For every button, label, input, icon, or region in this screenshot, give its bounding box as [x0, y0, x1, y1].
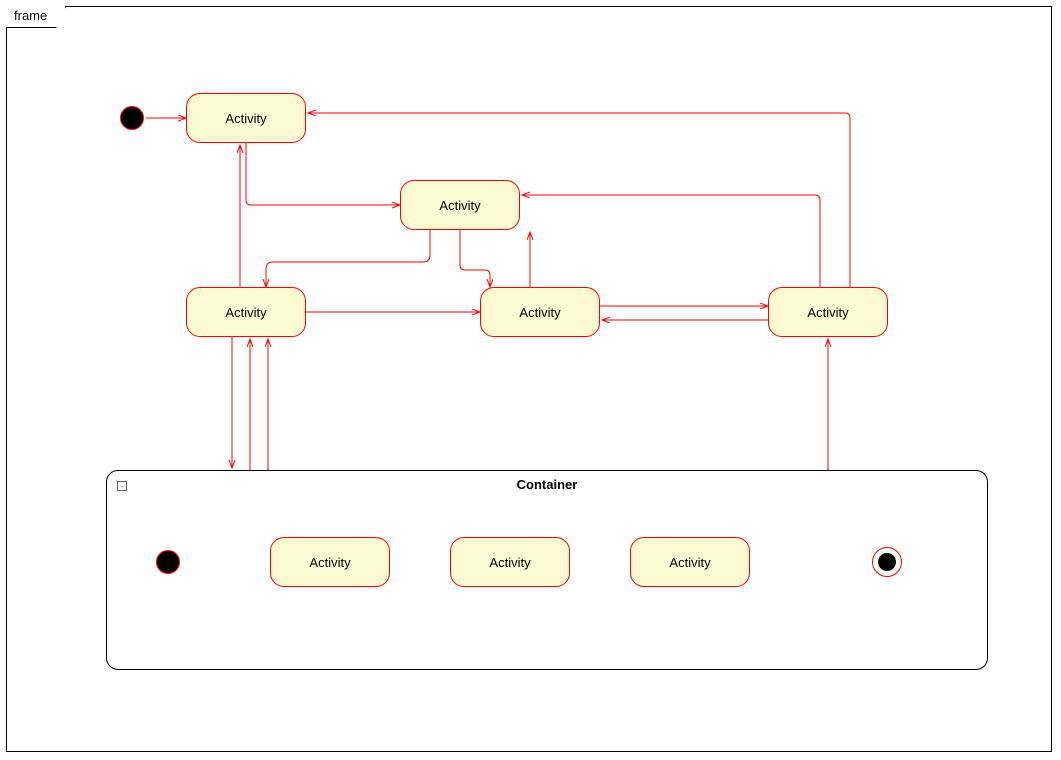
activity-top[interactable]: Activity [186, 93, 306, 143]
activity-c3[interactable]: Activity [630, 537, 750, 587]
activity-right[interactable]: Activity [768, 287, 888, 337]
activity-label: Activity [225, 305, 266, 320]
activity-label: Activity [225, 111, 266, 126]
activity-label: Activity [309, 555, 350, 570]
frame-tab: frame [6, 6, 66, 28]
activity-c2[interactable]: Activity [450, 537, 570, 587]
final-node-inner[interactable] [872, 547, 902, 577]
container-title: Container [107, 477, 987, 492]
initial-node-outer[interactable] [120, 106, 144, 130]
activity-c1[interactable]: Activity [270, 537, 390, 587]
activity-label: Activity [489, 555, 530, 570]
diagram-canvas: frame [0, 0, 1061, 760]
activity-label: Activity [807, 305, 848, 320]
frame-label: frame [14, 8, 47, 23]
activity-left[interactable]: Activity [186, 287, 306, 337]
activity-mid-upper[interactable]: Activity [400, 180, 520, 230]
activity-label: Activity [519, 305, 560, 320]
activity-center[interactable]: Activity [480, 287, 600, 337]
activity-label: Activity [669, 555, 710, 570]
activity-label: Activity [439, 198, 480, 213]
initial-node-inner[interactable] [156, 550, 180, 574]
